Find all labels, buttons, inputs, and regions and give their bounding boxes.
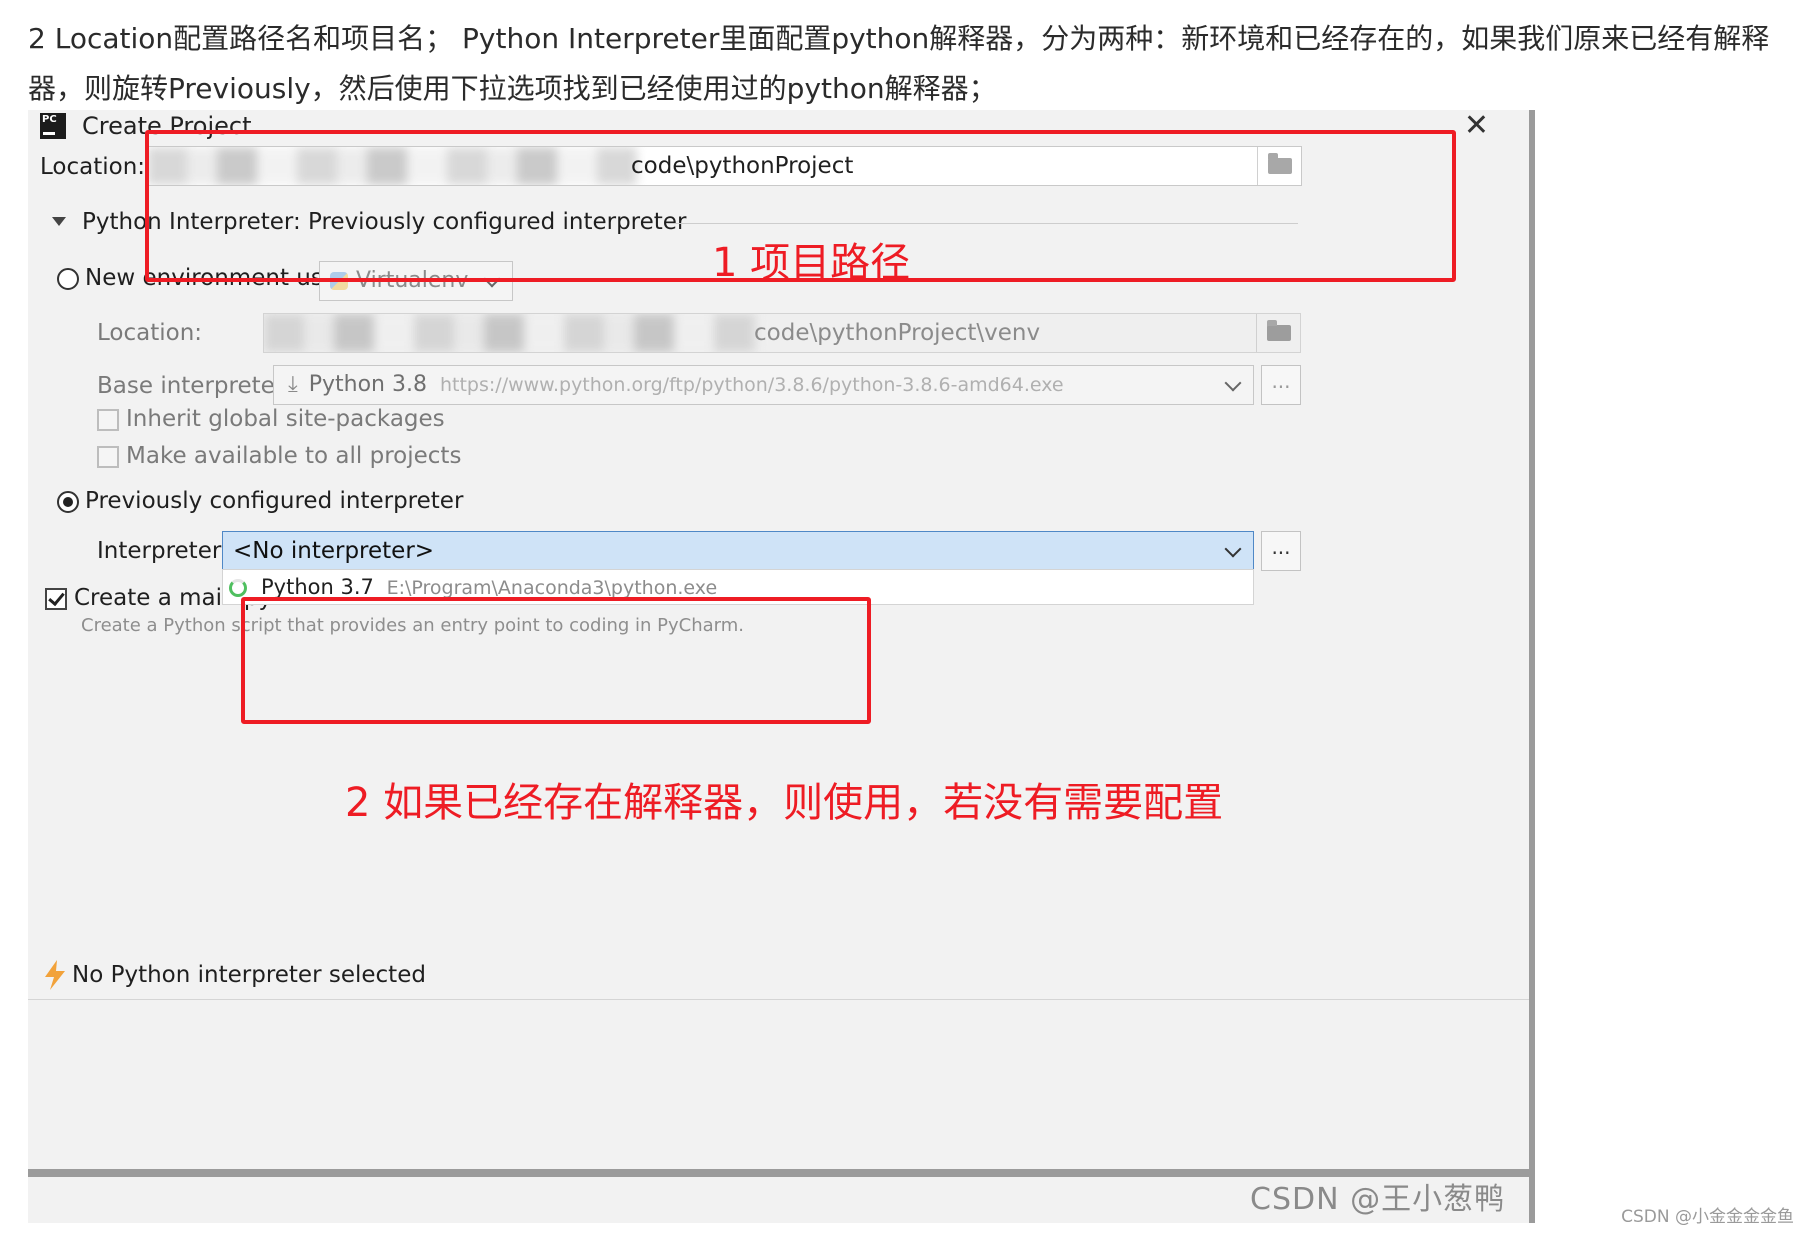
base-interpreter-label: Base interpreter: <box>97 373 292 399</box>
interpreter-option-path: E:\Program\Anaconda3\python.exe <box>386 577 718 599</box>
warning-bolt-icon <box>45 960 65 990</box>
interpreter-label: Interpreter: <box>97 538 229 564</box>
interpreter-option-name: Python 3.7 <box>261 575 374 599</box>
chevron-down-icon <box>1224 374 1242 392</box>
interpreter-more-button[interactable]: ... <box>1261 531 1301 571</box>
create-main-checkbox[interactable] <box>45 588 67 610</box>
chevron-down-icon <box>1224 540 1242 558</box>
previous-interpreter-radio[interactable] <box>57 491 79 513</box>
base-interpreter-url: https://www.python.org/ftp/python/3.8.6/… <box>439 374 1064 396</box>
location-label: Location: <box>40 154 146 180</box>
intro-paragraph: 2 Location配置路径名和项目名； Python Interpreter里… <box>28 22 1770 105</box>
previous-interpreter-label: Previously configured interpreter <box>85 488 464 514</box>
annotation-label-1: 1 项目路径 <box>712 240 911 286</box>
base-interpreter-more-button[interactable]: ... <box>1261 365 1301 405</box>
status-message: No Python interpreter selected <box>72 962 426 988</box>
annotation-box-interpreter <box>241 597 871 724</box>
folder-icon <box>1266 320 1291 341</box>
venv-location-value: code\pythonProject\venv <box>754 320 1041 346</box>
redacted-path-blur <box>264 314 758 352</box>
interpreter-select-value: <No interpreter> <box>233 538 435 564</box>
base-interpreter-select[interactable]: ⤓ Python 3.8 https://www.python.org/ftp/… <box>273 365 1254 405</box>
browse-venv-button[interactable] <box>1256 314 1300 352</box>
inherit-packages-checkbox[interactable] <box>97 409 119 431</box>
make-available-checkbox[interactable] <box>97 446 119 468</box>
footer-separator <box>28 999 1529 1000</box>
close-icon[interactable]: ✕ <box>1464 108 1489 143</box>
venv-location-label: Location: <box>97 320 203 346</box>
base-interpreter-name: Python 3.8 <box>308 372 427 397</box>
pycharm-icon: PC <box>40 113 66 139</box>
make-available-label: Make available to all projects <box>126 443 462 469</box>
venv-location-input[interactable]: code\pythonProject\venv <box>263 313 1301 353</box>
inherit-packages-label: Inherit global site-packages <box>126 406 445 432</box>
interpreter-select[interactable]: <No interpreter> <box>222 531 1254 571</box>
watermark-tag: CSDN @小金金金金鱼 <box>1621 1207 1794 1227</box>
new-environment-radio[interactable] <box>57 268 79 290</box>
watermark-main: CSDN @王小葱鸭 <box>1250 1182 1506 1217</box>
download-icon: ⤓ <box>288 372 298 397</box>
annotation-label-2: 2 如果已经存在解释器，则使用，若没有需要配置 <box>345 780 1224 826</box>
collapse-triangle-icon[interactable] <box>52 217 66 226</box>
